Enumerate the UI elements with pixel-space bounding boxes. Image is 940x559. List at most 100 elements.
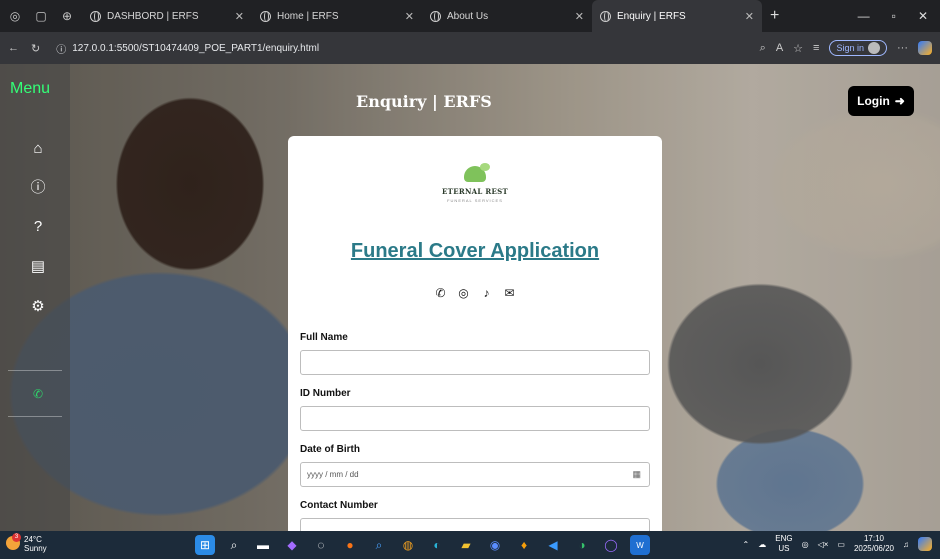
id-number-field[interactable] (300, 406, 650, 431)
copilot-icon[interactable] (918, 41, 932, 55)
page-title: Enquiry | ERFS (356, 92, 492, 111)
volume-icon[interactable]: ◁× (818, 540, 829, 549)
sign-in-button[interactable]: Sign in (829, 40, 887, 56)
info-icon[interactable]: ⓘ (56, 41, 66, 56)
clock[interactable]: 17:10 2025/06/20 (854, 534, 894, 554)
close-tab-icon[interactable]: ✕ (405, 10, 414, 23)
zoom-icon[interactable]: ⌕ (760, 42, 766, 55)
whatsapp-icon[interactable]: ✆ (28, 384, 48, 404)
onedrive-icon[interactable]: ☁ (758, 540, 766, 549)
close-window-icon[interactable]: ✕ (918, 9, 928, 23)
logo-mark-icon (464, 163, 490, 182)
date-placeholder: yyyy / mm / dd (307, 470, 359, 479)
application-form: ETERNAL REST FUNERAL SERVICES Funeral Co… (288, 136, 662, 531)
favorite-star-icon[interactable]: ☆ (793, 42, 803, 55)
calendar-icon[interactable]: ▦ (632, 469, 641, 480)
tab-title: DASHBORD | ERFS (107, 10, 199, 22)
tab-about[interactable]: About Us ✕ (422, 0, 592, 32)
weather-desc: Sunny (24, 544, 47, 553)
address-bar: ← ↻ ⓘ 127.0.0.1:5500/ST10474409_POE_PART… (0, 32, 940, 64)
sidebar: Menu ⌂ ⓘ ? ▤ ⚙ ✆ (0, 64, 70, 531)
lang-top: ENG (775, 534, 793, 543)
globe-icon (600, 10, 611, 22)
workspaces-icon[interactable]: ◎ (4, 5, 26, 27)
login-button[interactable]: Login ➜ (848, 86, 914, 116)
social-links: ✆ ◎ ♪ ✉ (288, 286, 662, 300)
window-controls: — ▫ ✕ (858, 9, 940, 23)
date-of-birth-label: Date of Birth (300, 444, 360, 455)
favorites-icon[interactable]: ≡ (813, 42, 819, 54)
new-tab-button[interactable]: + (770, 7, 779, 25)
tiktok-icon[interactable]: ♪ (480, 286, 494, 300)
edge-dev-icon[interactable]: ◑ (572, 535, 592, 555)
taskbar-apps: ⊞ ⌕ ▬ ◆ ◌ ● ⌕ ◍ ◐ ▰ ◉ ♦ ◀ ◑ ◯ W (195, 535, 650, 555)
form-title: Funeral Cover Application (350, 240, 600, 262)
vscode-icon[interactable]: ◀ (543, 535, 563, 555)
language-indicator[interactable]: ENG US (775, 534, 792, 554)
lang-bottom: US (778, 544, 790, 553)
settings-icon[interactable]: ⚙ (28, 296, 48, 316)
back-icon[interactable]: ← (8, 42, 19, 54)
login-arrow-icon: ➜ (894, 94, 905, 108)
read-aloud-icon[interactable]: A (776, 42, 783, 54)
edge-icon[interactable]: ◐ (427, 535, 447, 555)
battery-icon[interactable]: ▭ (837, 540, 845, 549)
notification-icon[interactable]: ♫ (903, 540, 909, 549)
whatsapp-icon[interactable]: ✆ (434, 286, 448, 300)
copilot-icon[interactable] (918, 537, 932, 551)
app-icon[interactable]: ◉ (485, 535, 505, 555)
page-viewport: Menu ⌂ ⓘ ? ▤ ⚙ ✆ Enquiry | ERFS Login ➜ … (0, 64, 940, 531)
tab-title: Enquiry | ERFS (617, 10, 686, 22)
globe-icon[interactable]: ⊕ (56, 5, 78, 27)
refresh-icon[interactable]: ↻ (31, 42, 40, 55)
chrome-icon[interactable]: ◍ (398, 535, 418, 555)
tab-home[interactable]: Home | ERFS ✕ (252, 0, 422, 32)
contact-number-label: Contact Number (300, 500, 378, 511)
file-explorer-icon[interactable]: ▰ (456, 535, 476, 555)
widgets-icon[interactable]: ◌ (311, 535, 331, 555)
question-icon[interactable]: ? (28, 216, 48, 236)
task-view-icon[interactable]: ▬ (253, 535, 273, 555)
more-options-icon[interactable]: ··· (897, 42, 908, 54)
url-text: 127.0.0.1:5500/ST10474409_POE_PART1/enqu… (72, 42, 320, 54)
date-of-birth-field[interactable]: yyyy / mm / dd ▦ (300, 462, 650, 487)
address-bar-actions: ⌕ A ☆ ≡ Sign in ··· (760, 40, 940, 56)
close-tab-icon[interactable]: ✕ (235, 10, 244, 23)
tab-enquiry[interactable]: Enquiry | ERFS ✕ (592, 0, 762, 32)
globe-icon (430, 10, 441, 22)
logo-name: ETERNAL REST (442, 187, 508, 196)
github-icon[interactable]: ◯ (601, 535, 621, 555)
start-icon[interactable]: ⊞ (195, 535, 215, 555)
sign-in-label: Sign in (836, 43, 864, 53)
visual-studio-icon[interactable]: ◆ (282, 535, 302, 555)
email-icon[interactable]: ✉ (503, 286, 517, 300)
taskbar: 3 24°C Sunny ⊞ ⌕ ▬ ◆ ◌ ● ⌕ ◍ ◐ ▰ ◉ ♦ ◀ ◑… (0, 531, 940, 559)
instagram-icon[interactable]: ◎ (457, 286, 471, 300)
close-tab-icon[interactable]: ✕ (575, 10, 584, 23)
contact-card-icon[interactable]: ▤ (28, 256, 48, 276)
menu-title: Menu (10, 80, 51, 97)
maximize-icon[interactable]: ▫ (892, 9, 896, 23)
microphone-icon[interactable]: ♦ (514, 535, 534, 555)
word-icon[interactable]: W (630, 535, 650, 555)
chevron-up-icon[interactable]: ⌃ (743, 540, 750, 549)
system-tray: ⌃ ☁ ENG US ◎ ◁× ▭ 17:10 2025/06/20 ♫ (743, 534, 932, 554)
close-tab-icon[interactable]: ✕ (745, 10, 754, 23)
weather-widget[interactable]: 3 24°C Sunny (6, 533, 47, 553)
tab-actions-icon[interactable]: ▢ (30, 5, 52, 27)
clock-time: 17:10 (863, 534, 884, 543)
login-label: Login (857, 94, 890, 108)
minimize-icon[interactable]: — (858, 9, 870, 23)
browser-app-icon[interactable]: ● (340, 535, 360, 555)
info-icon[interactable]: ⓘ (28, 176, 48, 196)
contact-number-field[interactable] (300, 518, 650, 531)
network-icon[interactable]: ◎ (802, 540, 809, 549)
tab-dashboard[interactable]: DASHBORD | ERFS ✕ (82, 0, 252, 32)
url-field[interactable]: ⓘ 127.0.0.1:5500/ST10474409_POE_PART1/en… (52, 37, 747, 59)
search-icon[interactable]: ⌕ (224, 535, 244, 555)
full-name-field[interactable] (300, 350, 650, 375)
home-icon[interactable]: ⌂ (28, 138, 48, 158)
search-app-icon[interactable]: ⌕ (369, 535, 389, 555)
id-number-label: ID Number (300, 388, 351, 399)
tab-title: About Us (447, 10, 489, 22)
